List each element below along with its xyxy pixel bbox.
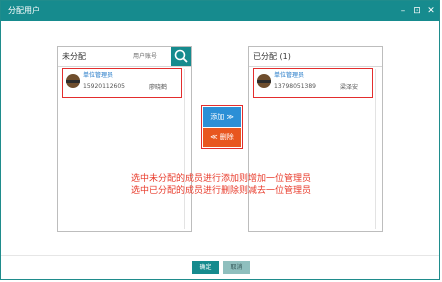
- unassigned-title: 未分配: [62, 52, 86, 61]
- list-item[interactable]: 单位管理员 13798051389 梁泽安: [253, 68, 373, 98]
- remove-button[interactable]: ≪ 删除: [203, 128, 241, 147]
- item-name: 梁泽安: [340, 84, 359, 91]
- list-item[interactable]: 单位管理员 15920112605 廖晓鹤: [62, 68, 182, 98]
- item-phone: 15920112605: [83, 83, 125, 90]
- annotation-line-2: 选中已分配的成员进行删除则减去一位管理员: [130, 186, 311, 196]
- dialog-titlebar: 分配用户 – ⊡ ✕: [1, 1, 439, 21]
- assigned-panel-header: 已分配 (1): [249, 47, 382, 67]
- annotation-line-1: 选中未分配的成员进行添加则增加一位管理员: [130, 174, 311, 184]
- scrollbar[interactable]: [184, 69, 189, 229]
- avatar: [257, 74, 271, 88]
- search-input[interactable]: 用户账号: [133, 53, 157, 61]
- item-phone: 13798051389: [274, 83, 316, 90]
- footer-divider: [1, 255, 439, 256]
- item-role: 单位管理员: [83, 72, 114, 79]
- maximize-icon[interactable]: ⊡: [412, 5, 422, 17]
- confirm-button[interactable]: 确定: [192, 261, 219, 274]
- item-name: 廖晓鹤: [149, 84, 168, 91]
- avatar: [66, 74, 80, 88]
- cancel-button[interactable]: 取消: [223, 261, 250, 274]
- search-button[interactable]: [171, 47, 191, 66]
- instruction-annotation: 选中未分配的成员进行添加则增加一位管理员 选中已分配的成员进行删除则减去一位管理…: [121, 173, 321, 197]
- scrollbar[interactable]: [375, 69, 380, 229]
- close-icon[interactable]: ✕: [426, 5, 436, 17]
- unassigned-panel: 未分配 用户账号 单位管理员 15920112605 廖晓鹤: [57, 46, 192, 232]
- add-button[interactable]: 添加 ≫: [203, 107, 241, 127]
- assign-user-dialog: 分配用户 – ⊡ ✕ 未分配 用户账号 单位管理员 15920112605 廖晓…: [0, 0, 440, 280]
- assigned-panel: 已分配 (1) 单位管理员 13798051389 梁泽安: [248, 46, 383, 232]
- search-icon: [174, 49, 188, 63]
- dialog-title: 分配用户: [8, 6, 40, 15]
- unassigned-panel-header: 未分配 用户账号: [58, 47, 191, 67]
- minimize-icon[interactable]: –: [398, 5, 408, 17]
- item-role: 单位管理员: [274, 72, 305, 79]
- assigned-title: 已分配 (1): [253, 52, 291, 61]
